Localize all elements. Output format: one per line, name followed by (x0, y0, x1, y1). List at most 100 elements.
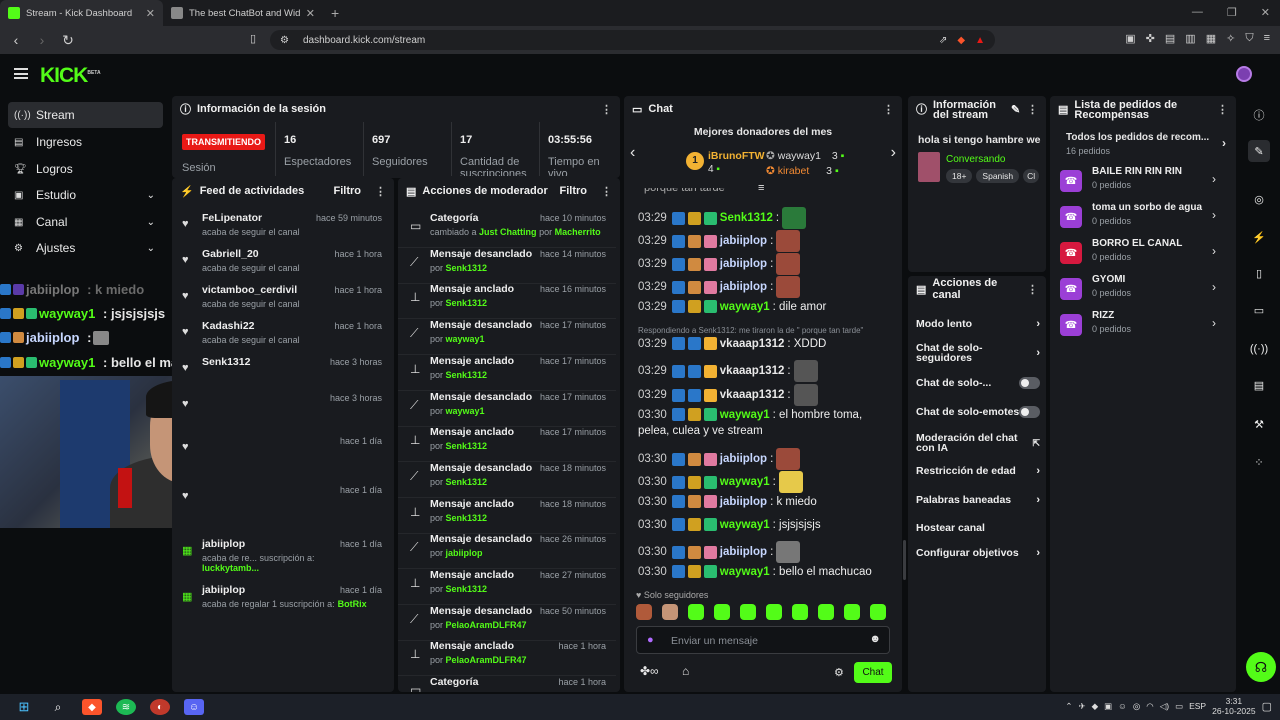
quick-emote-icon[interactable] (766, 604, 782, 620)
minimize-icon[interactable]: — (1192, 6, 1203, 19)
layout-icon[interactable]: ▤ (1248, 374, 1270, 396)
camera-icon[interactable]: ◎ (1248, 188, 1270, 210)
more-options-icon[interactable]: ⋮ (601, 103, 612, 116)
puzzle-icon[interactable]: ✜ (1146, 32, 1155, 45)
leo-icon[interactable]: ✧ (1226, 32, 1235, 45)
maximize-icon[interactable]: ❐ (1227, 6, 1237, 19)
media-icon[interactable]: ▤ (1165, 32, 1175, 45)
more-options-icon[interactable]: ⋮ (883, 103, 894, 116)
close-tab-icon[interactable]: ✕ (306, 7, 315, 20)
tray-app-icon[interactable]: ☺ (1118, 701, 1127, 711)
url-field[interactable]: ⚙ dashboard.kick.com/stream ⇗ ◆ ▲ (270, 30, 995, 50)
chat-settings-icon[interactable]: ⚙ (834, 666, 844, 679)
clipboard-icon[interactable]: ▯ (1248, 262, 1270, 284)
clock[interactable]: 3:31 26-10-2025 (1212, 696, 1255, 716)
chat-input[interactable]: ● Enviar un mensaje ☻ (636, 626, 890, 654)
reward-item[interactable]: ☎ BAILE RIN RIN RIN 0 pedidos › (1050, 166, 1230, 202)
brave-shield-icon[interactable]: ◆ (957, 35, 965, 46)
tag[interactable]: Cl (1023, 169, 1040, 183)
chat-message[interactable]: 03:29 Senk1312: (638, 207, 900, 229)
reload-icon[interactable]: ↻ (58, 32, 78, 49)
site-info-icon[interactable]: ⚙ (280, 35, 289, 46)
tab-chatbot[interactable]: The best ChatBot and Widgets for Ki ✕ (163, 0, 323, 26)
apps-icon[interactable]: ⁘ (1248, 451, 1270, 473)
sidebar-item-ingresos[interactable]: ▤ Ingresos (8, 129, 163, 155)
quick-emote-icon[interactable] (844, 604, 860, 620)
message-user[interactable]: vkaaap1312 (720, 338, 785, 350)
chat-message[interactable]: 03:30 jabiiplop: k miedo (638, 495, 900, 508)
discord-icon[interactable]: ☺ (184, 699, 204, 715)
lightning-icon[interactable]: ⚡ (1248, 226, 1270, 248)
notifications-icon[interactable]: ▢ (1262, 700, 1272, 713)
extension-icon[interactable]: ▣ (1125, 32, 1135, 45)
chat-message[interactable]: 03:30 wayway1: el hombre toma, (638, 408, 900, 421)
reward-item[interactable]: ☎ RIZZ 0 pedidos › (1050, 310, 1230, 346)
more-options-icon[interactable]: ⋮ (375, 185, 386, 198)
new-tab-icon[interactable]: + (323, 5, 347, 21)
kick-logo[interactable]: KICKBETA (40, 64, 101, 88)
battery-icon[interactable]: ▭ (1175, 701, 1183, 712)
chat-message[interactable]: 03:29 jabiiplop: (638, 276, 900, 298)
reward-item[interactable]: ☎ BORRO EL CANAL 0 pedidos › (1050, 238, 1230, 274)
sidebar-item-logros[interactable]: 🏆︎ Logros (8, 156, 163, 182)
message-user[interactable]: jabiiplop (720, 258, 767, 270)
points-icon[interactable]: ✤∞ (640, 664, 659, 678)
tray-app-icon[interactable]: ◎ (1133, 701, 1140, 712)
edit-icon[interactable]: ✎ (1011, 105, 1020, 116)
channel-action-item[interactable]: Restricción de edad › (908, 456, 1046, 485)
message-user[interactable]: wayway1 (720, 519, 770, 531)
quick-emote-icon[interactable] (662, 604, 678, 620)
rewards-all-row[interactable]: Todos los pedidos de recom... 16 pedidos › (1066, 132, 1226, 156)
chat-message[interactable]: 03:29 vkaaap1312: (638, 384, 900, 406)
message-user[interactable]: Senk1312 (720, 212, 773, 224)
message-user[interactable]: wayway1 (720, 566, 770, 578)
tab-stream[interactable]: Stream - Kick Dashboard ✕ (0, 0, 163, 26)
reward-item[interactable]: ☎ toma un sorbo de agua 0 pedidos › (1050, 202, 1230, 238)
chat-message[interactable]: 03:30 jabiiplop: (638, 541, 900, 563)
chevron-right-icon[interactable]: › (891, 144, 896, 162)
wifi-icon[interactable]: ◠ (1146, 701, 1153, 712)
chat-message[interactable]: 03:29 wayway1: dile amor (638, 300, 900, 313)
quick-emote-icon[interactable] (870, 604, 886, 620)
stream-category[interactable]: Conversando (946, 154, 1005, 165)
menu-icon[interactable]: ≡ (1264, 32, 1270, 45)
microphone-icon[interactable]: ● (647, 634, 654, 646)
spotify-icon[interactable]: ≋ (116, 699, 136, 715)
chat-message[interactable]: 03:29 vkaaap1312: XDDD (638, 337, 900, 350)
brave-rewards-icon[interactable]: ▲ (975, 35, 985, 46)
search-icon[interactable]: ⌕ (48, 699, 68, 715)
more-options-icon[interactable]: ⋮ (601, 185, 612, 198)
more-options-icon[interactable]: ⋮ (1027, 283, 1038, 296)
broadcast-icon[interactable]: ((·)) (1248, 338, 1270, 360)
toggle-switch[interactable] (1019, 376, 1040, 389)
more-options-icon[interactable]: ⋮ (1027, 105, 1038, 116)
message-user[interactable]: wayway1 (720, 301, 770, 313)
sidebar-item-stream[interactable]: ((·)) Stream (8, 102, 163, 128)
tag[interactable]: 18+ (946, 169, 973, 183)
info-icon[interactable]: ⓘ (1248, 104, 1270, 126)
sidebar-item-canal[interactable]: ▦ Canal ⌄ (8, 209, 163, 235)
wallet-icon[interactable]: ▦ (1206, 32, 1216, 45)
chat-scrollbar[interactable] (903, 540, 906, 580)
channel-action-item[interactable]: Palabras baneadas › (908, 485, 1046, 514)
edit-icon[interactable]: ✎ (1248, 140, 1270, 162)
filter-button[interactable]: Filtro (334, 185, 362, 197)
pinned-toggle-icon[interactable]: ≡ (758, 182, 764, 194)
chat-message[interactable]: 03:30 wayway1: (638, 471, 900, 493)
chat-message[interactable]: 03:29 vkaaap1312: (638, 360, 900, 382)
volume-icon[interactable]: ◁) (1160, 701, 1169, 712)
message-user[interactable]: jabiiplop (720, 453, 767, 465)
send-chat-button[interactable]: Chat (854, 662, 892, 683)
close-window-icon[interactable]: ✕ (1261, 6, 1270, 19)
tray-app-icon[interactable]: ◆ (1092, 701, 1099, 712)
avatar[interactable] (1236, 66, 1252, 82)
message-user[interactable]: jabiiplop (720, 235, 767, 247)
message-user[interactable]: jabiiplop (720, 496, 767, 508)
quick-emote-icon[interactable] (740, 604, 756, 620)
vpn-icon[interactable]: ⛉ (1245, 32, 1253, 45)
message-user[interactable]: jabiiplop (720, 546, 767, 558)
quick-emote-icon[interactable] (818, 604, 834, 620)
hamburger-menu-icon[interactable] (14, 68, 28, 79)
wrench-icon[interactable]: ⚒ (1248, 413, 1270, 435)
quick-emote-icon[interactable] (792, 604, 808, 620)
